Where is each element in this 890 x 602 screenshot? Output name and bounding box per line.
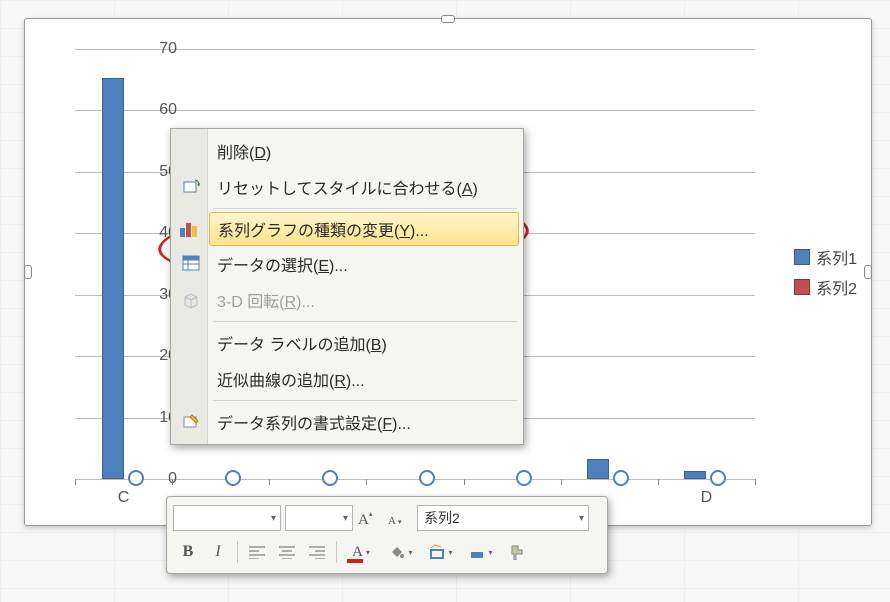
menu-item-select-data[interactable]: データの選択(E)... — [173, 246, 521, 282]
shape-fill-button[interactable]: ▾ — [382, 538, 420, 566]
menu-item-reset[interactable]: リセットしてスタイルに合わせる(A) — [173, 169, 521, 205]
x-tick — [172, 479, 173, 485]
align-center-button[interactable] — [273, 538, 301, 566]
chevron-down-icon: ▾ — [366, 548, 370, 557]
menu-item-label: 系列グラフの種類の変更(Y)... — [218, 217, 429, 241]
menu-item-change-type[interactable]: 系列グラフの種類の変更(Y)... — [209, 212, 519, 246]
shape-style-button[interactable]: ▾ — [462, 538, 500, 566]
format-painter-button[interactable] — [502, 538, 530, 566]
resize-handle-right[interactable] — [864, 265, 872, 279]
menu-item-label: 削除(D) — [217, 139, 271, 163]
legend-swatch — [794, 279, 810, 295]
menu-separator — [213, 400, 517, 401]
menu-item-label: 3-D 回転(R)... — [217, 288, 315, 312]
chevron-down-icon: ▾ — [408, 548, 412, 557]
toolbar-separator — [336, 541, 337, 563]
menu-separator — [213, 321, 517, 322]
svg-text:A: A — [358, 512, 369, 527]
legend[interactable]: 系列1 系列2 — [794, 239, 857, 305]
menu-item-format-series[interactable]: データ系列の書式設定(F)... — [173, 404, 521, 440]
menu-item-label: リセットしてスタイルに合わせる(A) — [217, 175, 478, 199]
font-size-combo[interactable]: ▾ — [285, 505, 353, 531]
x-tick — [755, 479, 756, 485]
chevron-down-icon: ▾ — [488, 548, 492, 557]
shape-outline-button[interactable]: ▾ — [422, 538, 460, 566]
mini-toolbar[interactable]: ▾ ▾ A▴ A▾ 系列2 ▾ B I A — [166, 496, 608, 574]
x-tick-label: D — [666, 489, 746, 507]
grow-font-button[interactable]: A▴ — [354, 504, 382, 532]
bar-series1[interactable] — [587, 459, 609, 479]
x-tick — [366, 479, 367, 485]
legend-swatch — [794, 249, 810, 265]
toolbar-separator — [237, 541, 238, 563]
menu-item-add-labels[interactable]: データ ラベルの追加(B) — [173, 325, 521, 361]
menu-item-rotate-3d: 3-D 回転(R)... — [173, 282, 521, 318]
x-tick — [658, 479, 659, 485]
align-left-button[interactable] — [243, 538, 271, 566]
shrink-font-button[interactable]: A▾ — [384, 504, 412, 532]
font-name-combo[interactable]: ▾ — [173, 505, 281, 531]
bar-series1[interactable] — [684, 471, 706, 479]
svg-text:▾: ▾ — [398, 519, 402, 526]
legend-item-series1[interactable]: 系列1 — [794, 245, 857, 269]
series-combo-value: 系列2 — [424, 508, 460, 528]
series-combo[interactable]: 系列2 ▾ — [417, 505, 589, 531]
svg-text:A: A — [388, 515, 396, 527]
legend-label: 系列1 — [816, 245, 857, 269]
italic-button[interactable]: I — [204, 538, 232, 566]
menu-item-add-trend[interactable]: 近似曲線の追加(R)... — [173, 361, 521, 397]
x-tick — [561, 479, 562, 485]
legend-label: 系列2 — [816, 275, 857, 299]
reset-icon — [180, 176, 202, 198]
svg-text:▴: ▴ — [369, 511, 373, 518]
font-color-button[interactable]: A ▾ — [342, 538, 380, 566]
x-tick — [75, 479, 76, 485]
menu-item-label: データ ラベルの追加(B) — [217, 331, 387, 355]
bold-button[interactable]: B — [174, 538, 202, 566]
resize-handle-left[interactable] — [24, 265, 32, 279]
align-right-button[interactable] — [303, 538, 331, 566]
x-tick — [464, 479, 465, 485]
context-menu[interactable]: 削除(D) リセットしてスタイルに合わせる(A) 系列グラフの種類の変更(Y)...… — [170, 128, 524, 445]
menu-item-label: データの選択(E)... — [217, 252, 348, 276]
menu-separator — [213, 208, 517, 209]
format-icon — [180, 411, 202, 433]
menu-item-label: データ系列の書式設定(F)... — [217, 410, 411, 434]
table-icon — [180, 253, 202, 275]
menu-item-delete[interactable]: 削除(D) — [173, 133, 521, 169]
chart-icon — [178, 218, 200, 240]
resize-handle-top[interactable] — [441, 15, 455, 23]
x-tick-label: C — [84, 489, 164, 507]
chevron-down-icon: ▾ — [448, 548, 452, 557]
font-color-swatch — [347, 559, 363, 563]
cube-icon — [180, 289, 202, 311]
legend-item-series2[interactable]: 系列2 — [794, 275, 857, 299]
chevron-down-icon: ▾ — [579, 513, 584, 524]
x-tick — [269, 479, 270, 485]
chevron-down-icon: ▾ — [271, 513, 276, 524]
menu-item-label: 近似曲線の追加(R)... — [217, 367, 365, 391]
bar-series1[interactable] — [102, 78, 124, 479]
chevron-down-icon: ▾ — [343, 513, 348, 524]
